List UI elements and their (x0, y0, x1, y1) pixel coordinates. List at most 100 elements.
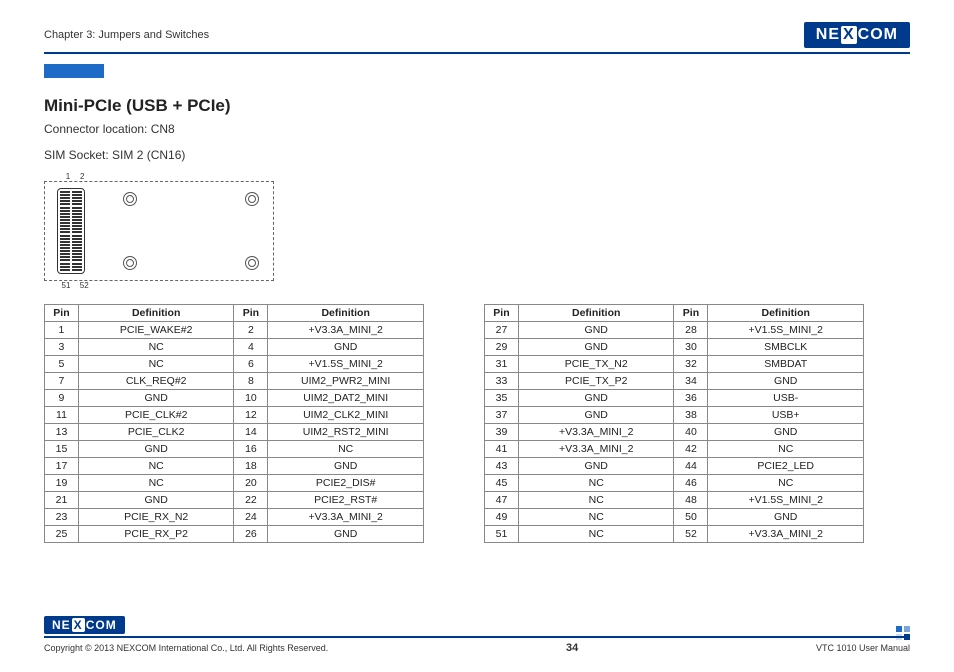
pin-cell: 30 (674, 339, 708, 356)
definition-cell: PCIE_CLK#2 (78, 407, 234, 424)
edge-connector (57, 188, 85, 274)
section-tab (44, 64, 104, 78)
pin-column-left (60, 191, 70, 271)
pin-cell: 44 (674, 458, 708, 475)
pin-cell: 19 (45, 475, 79, 492)
definition-cell: NC (78, 475, 234, 492)
brand-logo: NEXCOM (804, 22, 910, 48)
pin-cell: 23 (45, 509, 79, 526)
definition-cell: +V1.5S_MINI_2 (708, 492, 864, 509)
footer-rule (44, 636, 910, 638)
table-row: 19NC20PCIE2_DIS# (45, 475, 424, 492)
definition-cell: GND (268, 339, 424, 356)
pin-cell: 28 (674, 322, 708, 339)
table-row: 33PCIE_TX_P234GND (485, 373, 864, 390)
definition-cell: GND (268, 458, 424, 475)
definition-cell: SMBDAT (708, 356, 864, 373)
pin-cell: 15 (45, 441, 79, 458)
table-row: 5NC6+V1.5S_MINI_2 (45, 356, 424, 373)
copyright-text: Copyright © 2013 NEXCOM International Co… (44, 643, 328, 653)
table-row: 51NC52+V3.3A_MINI_2 (485, 526, 864, 543)
pin-cell: 7 (45, 373, 79, 390)
definition-cell: NC (518, 475, 674, 492)
definition-cell: NC (78, 356, 234, 373)
definition-cell: PCIE_RX_N2 (78, 509, 234, 526)
definition-cell: GND (518, 390, 674, 407)
table-row: 21GND22PCIE2_RST# (45, 492, 424, 509)
pin-cell: 26 (234, 526, 268, 543)
pin-cell: 1 (45, 322, 79, 339)
footer-logo: NEXCOM (44, 616, 125, 634)
pin-cell: 4 (234, 339, 268, 356)
pin-cell: 41 (485, 441, 519, 458)
logo-part-b: COM (858, 26, 898, 44)
table-row: 31PCIE_TX_N232SMBDAT (485, 356, 864, 373)
pin-cell: 47 (485, 492, 519, 509)
table-row: 9GND10UIM2_DAT2_MINI (45, 390, 424, 407)
pin-cell: 27 (485, 322, 519, 339)
pin-cell: 12 (234, 407, 268, 424)
pin-cell: 11 (45, 407, 79, 424)
page-footer: NEXCOM Copyright © 2013 NEXCOM Internati… (44, 616, 910, 654)
pin-cell: 20 (234, 475, 268, 492)
pin-cell: 45 (485, 475, 519, 492)
pin-cell: 39 (485, 424, 519, 441)
mount-hole-icon (245, 256, 259, 270)
definition-cell: +V1.5S_MINI_2 (708, 322, 864, 339)
pin-cell: 13 (45, 424, 79, 441)
header-rule (44, 52, 910, 54)
definition-cell: CLK_REQ#2 (78, 373, 234, 390)
definition-cell: PCIE_WAKE#2 (78, 322, 234, 339)
pin-cell: 49 (485, 509, 519, 526)
pin-cell: 22 (234, 492, 268, 509)
definition-cell: USB- (708, 390, 864, 407)
pin-label-51: 51 (58, 281, 74, 290)
pin-cell: 32 (674, 356, 708, 373)
pin-cell: 8 (234, 373, 268, 390)
definition-cell: PCIE_RX_P2 (78, 526, 234, 543)
definition-cell: PCIE_TX_P2 (518, 373, 674, 390)
definition-cell: GND (78, 441, 234, 458)
col-pin: Pin (234, 305, 268, 322)
table-row: 47NC48+V1.5S_MINI_2 (485, 492, 864, 509)
table-row: 35GND36USB- (485, 390, 864, 407)
logo-part-x: X (841, 26, 857, 44)
pinout-table-left: Pin Definition Pin Definition 1PCIE_WAKE… (44, 304, 424, 543)
pin-cell: 51 (485, 526, 519, 543)
col-pin: Pin (674, 305, 708, 322)
table-row: 29GND30SMBCLK (485, 339, 864, 356)
definition-cell: NC (518, 509, 674, 526)
pin-cell: 33 (485, 373, 519, 390)
pin-cell: 24 (234, 509, 268, 526)
pin-cell: 52 (674, 526, 708, 543)
pin-label-1: 1 (62, 172, 74, 181)
pin-cell: 3 (45, 339, 79, 356)
definition-cell: GND (518, 322, 674, 339)
pin-cell: 48 (674, 492, 708, 509)
definition-cell: NC (708, 441, 864, 458)
mount-hole-icon (245, 192, 259, 206)
definition-cell: +V3.3A_MINI_2 (268, 509, 424, 526)
col-pin: Pin (485, 305, 519, 322)
table-row: 41+V3.3A_MINI_242NC (485, 441, 864, 458)
definition-cell: GND (708, 509, 864, 526)
pin-cell: 9 (45, 390, 79, 407)
pin-cell: 25 (45, 526, 79, 543)
definition-cell: +V3.3A_MINI_2 (518, 441, 674, 458)
pin-cell: 21 (45, 492, 79, 509)
pin-cell: 34 (674, 373, 708, 390)
pin-column-right (72, 191, 82, 271)
pin-cell: 31 (485, 356, 519, 373)
pin-cell: 6 (234, 356, 268, 373)
col-def: Definition (518, 305, 674, 322)
pin-cell: 17 (45, 458, 79, 475)
definition-cell: USB+ (708, 407, 864, 424)
table-row: 17NC18GND (45, 458, 424, 475)
definition-cell: NC (78, 339, 234, 356)
pin-cell: 36 (674, 390, 708, 407)
pin-cell: 2 (234, 322, 268, 339)
definition-cell: PCIE2_RST# (268, 492, 424, 509)
connector-diagram: 1 2 51 52 (44, 172, 910, 290)
definition-cell: GND (268, 526, 424, 543)
col-def: Definition (78, 305, 234, 322)
